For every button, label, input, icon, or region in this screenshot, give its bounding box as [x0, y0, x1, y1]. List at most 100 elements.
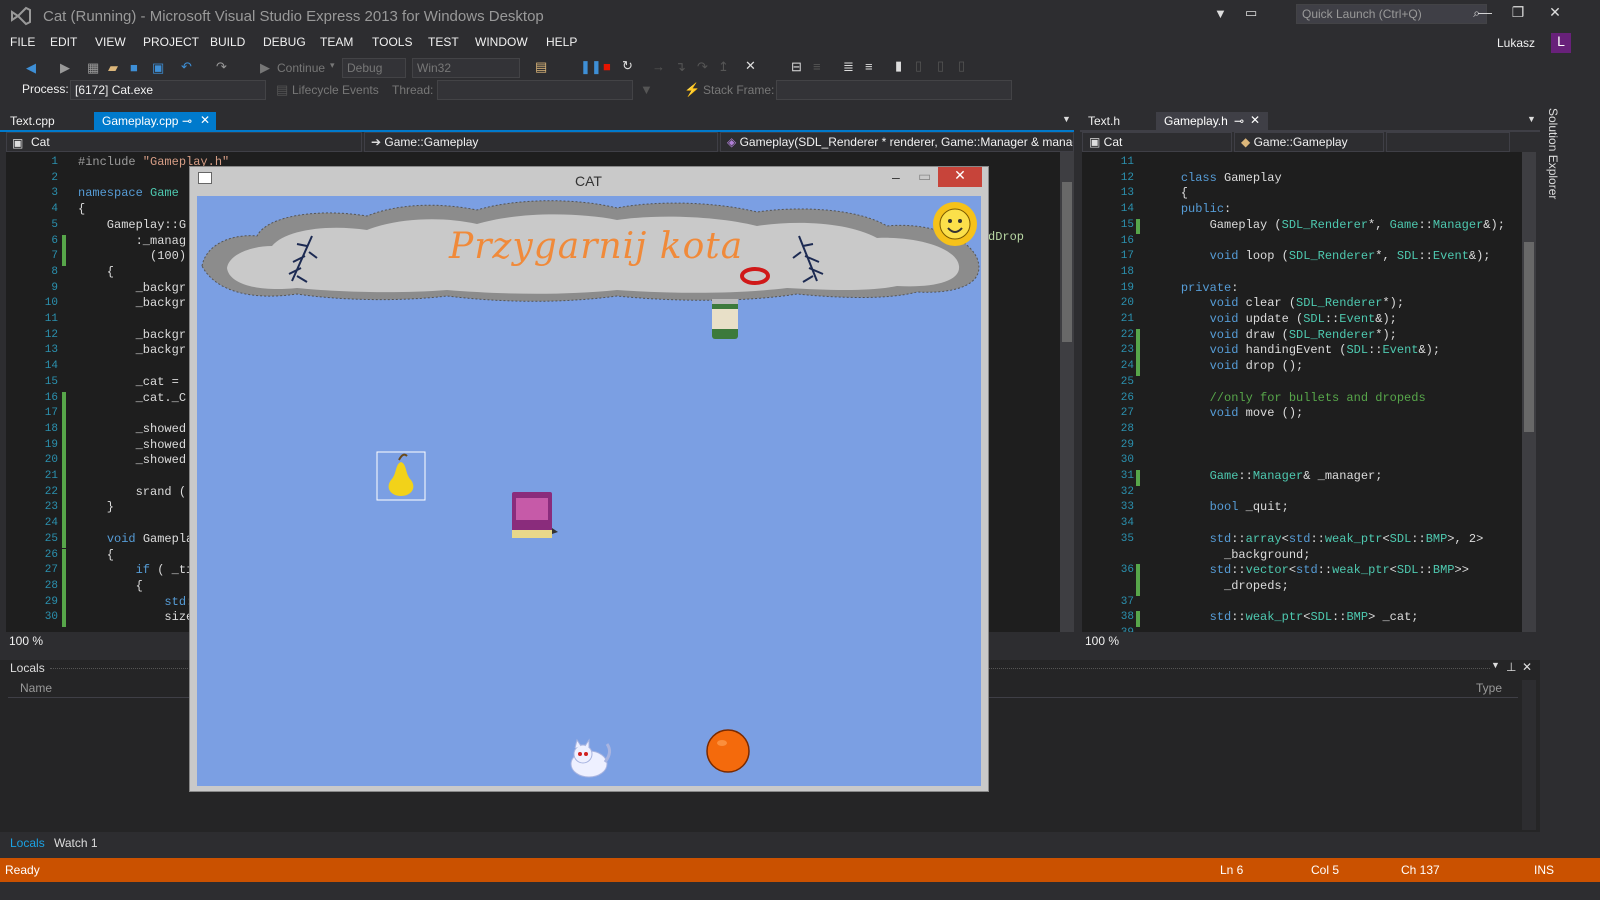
step-into-icon[interactable]: ↴: [675, 59, 686, 75]
pin-icon[interactable]: ⊸: [182, 114, 192, 128]
lifecycle-events-button[interactable]: Lifecycle Events: [292, 83, 379, 97]
undo-icon[interactable]: ↶: [181, 59, 192, 75]
prev-bookmark-icon[interactable]: ▯: [915, 58, 922, 74]
code-line: _showed: [78, 437, 187, 452]
stop-debugging-icon[interactable]: ■: [603, 59, 611, 74]
close-button[interactable]: ✕: [1540, 4, 1570, 21]
pin-icon[interactable]: ⊸: [1234, 114, 1244, 128]
clear-bookmarks-icon[interactable]: ▯: [958, 58, 965, 74]
code-line: _backgr: [78, 280, 187, 295]
process-dropdown[interactable]: [6172] Cat.exe: [70, 80, 266, 100]
close-tab-icon[interactable]: ✕: [200, 113, 210, 127]
feedback-icon[interactable]: ▭: [1245, 5, 1257, 21]
line-number: 25: [44, 532, 58, 545]
change-marker: [62, 501, 66, 518]
zoom-dropdown[interactable]: 100 %: [9, 634, 43, 648]
menu-tools[interactable]: TOOLS: [372, 35, 412, 49]
user-name[interactable]: Lukasz: [1497, 36, 1535, 50]
thread-filter-icon[interactable]: ▼: [640, 82, 653, 97]
status-ready: Ready: [5, 863, 40, 877]
type-column-header[interactable]: Type: [1476, 681, 1502, 695]
tab-text-h[interactable]: Text.h: [1080, 112, 1128, 130]
step-out-icon[interactable]: ↥: [718, 59, 729, 75]
stack-icon[interactable]: ≡: [813, 59, 821, 74]
game-window[interactable]: CAT – ▭ ✕ Przygarnij kota: [189, 166, 989, 792]
menu-file[interactable]: FILE: [10, 35, 35, 49]
member-dropdown-right[interactable]: [1386, 132, 1510, 152]
menu-edit[interactable]: EDIT: [50, 35, 77, 49]
menu-view[interactable]: VIEW: [95, 35, 126, 49]
menu-window[interactable]: WINDOW: [475, 35, 528, 49]
new-project-icon[interactable]: ▦: [87, 60, 99, 76]
project-dropdown[interactable]: ▣ Cat: [6, 132, 362, 152]
minimize-button[interactable]: —: [1470, 4, 1500, 20]
continue-dropdown-icon[interactable]: ▾: [330, 60, 335, 71]
close-panel-icon[interactable]: ✕: [1522, 660, 1532, 674]
stack-frame-dropdown[interactable]: [776, 80, 1012, 100]
tab-watch-1[interactable]: Watch 1: [48, 834, 104, 852]
menu-test[interactable]: TEST: [428, 35, 459, 49]
close-tab-icon[interactable]: ✕: [1250, 113, 1260, 127]
game-maximize-button[interactable]: ▭: [918, 168, 931, 185]
tab-overflow-icon[interactable]: ▼: [1062, 114, 1071, 124]
bookmark-icon[interactable]: ▮: [895, 58, 902, 74]
editor-scrollbar-left[interactable]: [1060, 152, 1074, 632]
save-icon[interactable]: ■: [130, 60, 138, 75]
break-all-icon[interactable]: ❚❚: [580, 59, 602, 75]
pin-panel-icon[interactable]: ⊥: [1506, 660, 1516, 674]
locals-scrollbar[interactable]: [1522, 680, 1536, 830]
forward-icon[interactable]: ▶: [60, 60, 70, 76]
next-bookmark-icon[interactable]: ▯: [937, 58, 944, 74]
redo-icon[interactable]: ↷: [216, 59, 227, 75]
filter-icon[interactable]: ▼: [1214, 6, 1227, 21]
panel-menu-icon[interactable]: ▼: [1491, 660, 1500, 670]
line-number: 20: [44, 454, 58, 467]
editor-scrollbar-right[interactable]: [1522, 152, 1536, 632]
scrollbar-thumb[interactable]: [1524, 242, 1534, 432]
find-in-files-icon[interactable]: ▤: [535, 59, 547, 75]
code-editor-right[interactable]: 11 12 class Gameplay 13 {14 public: 15 Game…: [1082, 152, 1522, 632]
tab-locals[interactable]: Locals: [4, 834, 51, 852]
project-dropdown-right[interactable]: ▣ Cat: [1082, 132, 1232, 152]
comment-icon[interactable]: ≡: [865, 59, 873, 74]
avatar[interactable]: L: [1551, 33, 1571, 53]
menu-team[interactable]: TEAM: [320, 35, 353, 49]
name-column-header[interactable]: Name: [20, 681, 52, 695]
outdent-icon[interactable]: ≣: [843, 59, 854, 75]
game-titlebar[interactable]: CAT – ▭ ✕: [190, 167, 988, 196]
quick-launch-input[interactable]: Quick Launch (Ctrl+Q) ⌕: [1296, 4, 1487, 24]
solution-explorer-tab[interactable]: Solution Explorer: [1542, 108, 1564, 228]
menu-build[interactable]: BUILD: [210, 35, 245, 49]
back-icon[interactable]: ◀: [26, 60, 36, 76]
menu-debug[interactable]: DEBUG: [263, 35, 306, 49]
save-all-icon[interactable]: ▣: [152, 60, 164, 76]
platform-dropdown[interactable]: Win32: [412, 58, 520, 78]
game-close-button[interactable]: ✕: [938, 167, 982, 187]
menu-help[interactable]: HELP: [546, 35, 577, 49]
continue-button[interactable]: Continue: [277, 61, 325, 75]
zoom-dropdown[interactable]: 100 %: [1085, 634, 1119, 648]
restore-button[interactable]: ❐: [1503, 4, 1533, 21]
continue-icon[interactable]: ▶: [260, 60, 270, 76]
open-file-icon[interactable]: ▰: [108, 60, 118, 76]
tab-gameplay-cpp[interactable]: Gameplay.cpp ⊸ ✕: [94, 112, 216, 130]
step-over-icon[interactable]: ↷: [697, 59, 708, 75]
threads-icon[interactable]: ⊟: [791, 59, 802, 75]
code-line: //only for bullets and dropeds: [1152, 390, 1426, 405]
hex-display-icon[interactable]: ✕: [745, 58, 756, 74]
configuration-dropdown[interactable]: Debug: [342, 58, 406, 78]
member-dropdown[interactable]: ◈ Gameplay(SDL_Renderer * renderer, Game…: [720, 132, 1074, 152]
scope-dropdown[interactable]: ➔ Game::Gameplay: [364, 132, 718, 152]
scrollbar-thumb[interactable]: [1062, 182, 1072, 342]
tab-gameplay-h[interactable]: Gameplay.h ⊸ ✕: [1156, 112, 1268, 130]
tab-overflow-icon[interactable]: ▼: [1527, 114, 1536, 124]
game-minimize-button[interactable]: –: [892, 169, 900, 185]
restart-icon[interactable]: ↻: [622, 58, 633, 74]
menu-project[interactable]: PROJECT: [143, 35, 199, 49]
game-canvas[interactable]: Przygarnij kota: [197, 196, 981, 786]
scope-dropdown-right[interactable]: ◆ Game::Gameplay: [1234, 132, 1384, 152]
change-marker: [62, 438, 66, 455]
thread-dropdown[interactable]: [437, 80, 633, 100]
tab-text-cpp[interactable]: Text.cpp: [2, 112, 63, 130]
show-next-statement-icon[interactable]: →: [652, 59, 665, 74]
